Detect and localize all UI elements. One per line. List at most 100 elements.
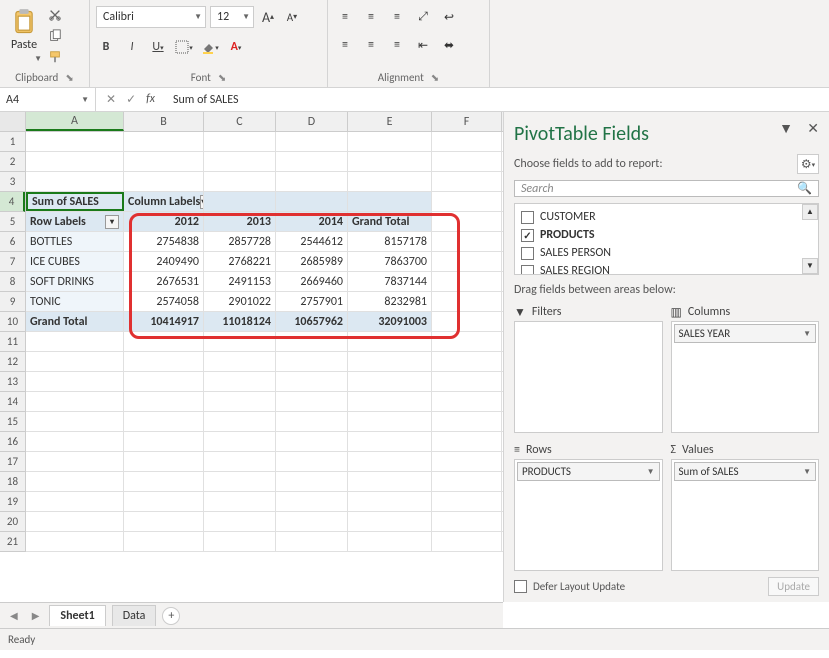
scroll-down-icon[interactable]: ▼ [802,258,818,274]
row-header[interactable]: 14 [0,392,25,412]
row-header[interactable]: 4 [0,192,25,212]
formula-content[interactable]: Sum of SALES [165,93,239,107]
field-sales-person[interactable]: SALES PERSON [515,244,818,262]
dropdown-icon[interactable]: ▼ [779,120,793,137]
pivot-row-label[interactable]: BOTTLES [26,232,124,251]
dialog-launcher-icon[interactable]: ⬊ [218,71,226,84]
row-header[interactable]: 18 [0,472,25,492]
field-customer[interactable]: CUSTOMER [515,208,818,226]
enter-icon[interactable]: ✓ [126,92,136,107]
pivot-row-label[interactable]: TONIC [26,292,124,311]
area-item-sales-year[interactable]: SALES YEAR▼ [674,324,817,343]
increase-font-icon[interactable]: A▴ [258,7,278,27]
row-header[interactable]: 7 [0,252,25,272]
tab-data[interactable]: Data [112,605,157,626]
cut-icon[interactable] [46,6,64,24]
align-top-icon[interactable]: ≡ [334,4,356,30]
filters-dropzone[interactable] [514,321,663,433]
update-button[interactable]: Update [768,577,819,596]
checkbox[interactable]: ✓ [521,229,534,242]
row-header[interactable]: 6 [0,232,25,252]
defer-checkbox[interactable] [514,580,527,593]
row-header[interactable]: 11 [0,332,25,352]
row-header[interactable]: 1 [0,132,25,152]
checkbox[interactable] [521,247,534,260]
pivot-sum-label[interactable]: Sum of SALES [26,192,124,211]
filters-area: ▼Filters [514,303,663,433]
format-painter-icon[interactable] [46,48,64,66]
rows-dropzone[interactable]: PRODUCTS▼ [514,459,663,571]
filter-dropdown-icon[interactable]: ▾ [105,215,119,229]
checkbox[interactable] [521,265,534,276]
tab-nav-next-icon[interactable]: ▶ [28,609,44,622]
column-header[interactable]: E [348,112,432,131]
select-all-corner[interactable] [0,112,26,131]
borders-button[interactable]: ▾ [174,37,194,57]
bold-button[interactable]: B [96,37,116,57]
columns-dropzone[interactable]: SALES YEAR▼ [671,321,820,433]
row-header[interactable]: 3 [0,172,25,192]
orientation-icon[interactable]: ⤢ [412,4,434,30]
merge-center-icon[interactable]: ⬌ [438,32,460,58]
chevron-down-icon: ▼ [34,54,42,64]
scroll-up-icon[interactable]: ▲ [802,204,818,220]
decrease-font-icon[interactable]: A▾ [282,7,302,27]
row-header[interactable]: 15 [0,412,25,432]
area-item-products[interactable]: PRODUCTS▼ [517,462,660,481]
column-header[interactable]: D [276,112,348,131]
values-dropzone[interactable]: Sum of SALES▼ [671,459,820,571]
align-bottom-icon[interactable]: ≡ [386,4,408,30]
font-name-select[interactable]: Calibri▼ [96,6,206,28]
checkbox[interactable] [521,211,534,224]
field-list[interactable]: ▲ ▼ CUSTOMER✓PRODUCTSSALES PERSONSALES R… [514,203,819,275]
dialog-launcher-icon[interactable]: ⬊ [65,71,73,84]
row-header[interactable]: 5 [0,212,25,232]
close-icon[interactable]: ✕ [807,120,819,137]
align-left-icon[interactable]: ≡ [334,32,356,58]
font-size-select[interactable]: 12▼ [210,6,254,28]
copy-icon[interactable] [46,27,64,45]
fill-color-button[interactable]: ▾ [200,37,220,57]
search-input[interactable]: Search 🔍 [514,180,819,197]
dialog-launcher-icon[interactable]: ⬊ [431,71,439,84]
fx-icon[interactable]: fx [146,92,155,107]
align-right-icon[interactable]: ≡ [386,32,408,58]
align-center-icon[interactable]: ≡ [360,32,382,58]
row-header[interactable]: 21 [0,532,25,552]
tab-sheet1[interactable]: Sheet1 [49,605,105,626]
row-header[interactable]: 12 [0,352,25,372]
font-color-button[interactable]: A▾ [226,37,246,57]
align-middle-icon[interactable]: ≡ [360,4,382,30]
row-header[interactable]: 16 [0,432,25,452]
cancel-icon[interactable]: ✕ [106,92,116,107]
add-sheet-icon[interactable]: + [162,607,180,625]
spreadsheet-grid[interactable]: A B C D E F 1234567891011121314151617181… [0,112,503,602]
pivot-row-labels[interactable]: Row Labels ▾ [26,212,124,231]
row-header[interactable]: 13 [0,372,25,392]
column-header[interactable]: B [124,112,204,131]
gear-icon[interactable]: ⚙▾ [797,154,819,174]
row-header[interactable]: 19 [0,492,25,512]
field-sales-region[interactable]: SALES REGION [515,262,818,275]
row-header[interactable]: 10 [0,312,25,332]
column-header[interactable]: A [26,112,124,131]
wrap-text-icon[interactable]: ↩ [438,4,460,30]
name-box[interactable]: A4▼ [0,88,96,111]
column-header[interactable]: C [204,112,276,131]
italic-button[interactable]: I [122,37,142,57]
paste-button[interactable]: Paste ▼ [6,4,42,68]
row-header[interactable]: 8 [0,272,25,292]
decrease-indent-icon[interactable]: ⇤ [412,32,434,58]
row-header[interactable]: 9 [0,292,25,312]
column-header[interactable]: F [432,112,502,131]
pivot-row-label[interactable]: ICE CUBES [26,252,124,271]
underline-button[interactable]: U▾ [148,37,168,57]
row-header[interactable]: 17 [0,452,25,472]
pivot-row-label[interactable]: SOFT DRINKS [26,272,124,291]
area-item-sum-sales[interactable]: Sum of SALES▼ [674,462,817,481]
field-products[interactable]: ✓PRODUCTS [515,226,818,244]
row-header[interactable]: 20 [0,512,25,532]
tab-nav-prev-icon[interactable]: ◀ [6,609,22,622]
row-header[interactable]: 2 [0,152,25,172]
pivot-column-labels[interactable]: Column Labels ▾ [124,192,204,211]
